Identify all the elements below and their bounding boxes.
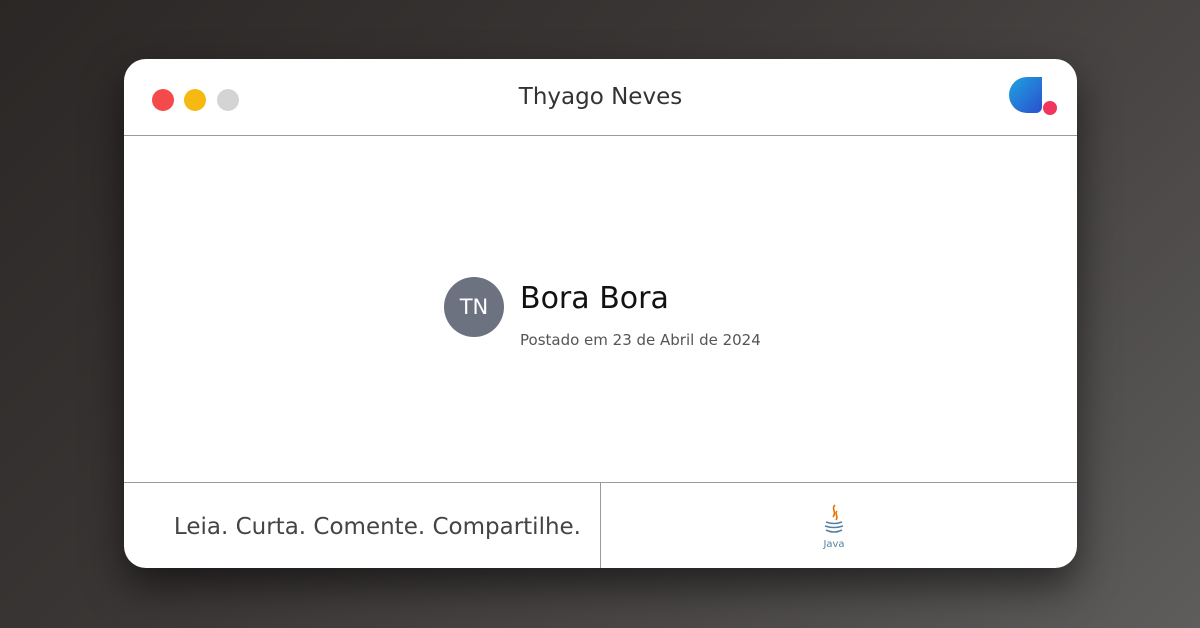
java-icon: Java	[822, 504, 845, 550]
avatar[interactable]: TN	[444, 277, 504, 337]
window-title: Thyago Neves	[518, 84, 683, 110]
window-titlebar: Thyago Neves	[124, 59, 1077, 136]
tagline: Leia. Curta. Comente. Compartilhe.	[173, 514, 581, 540]
java-label: Java	[822, 539, 844, 550]
post-title[interactable]: Bora Bora	[520, 281, 669, 316]
site-logo-icon[interactable]	[1008, 76, 1058, 118]
post-header: TN Bora Bora Postado em 23 de Abril de 2…	[124, 136, 1077, 482]
post-card: Thyago Neves TN Bora Bora Postado em 23 …	[124, 59, 1077, 568]
post-date: Postado em 23 de Abril de 2024	[520, 331, 761, 349]
card-footer: Leia. Curta. Comente. Compartilhe. Java	[124, 482, 1077, 568]
footer-divider	[600, 483, 601, 568]
